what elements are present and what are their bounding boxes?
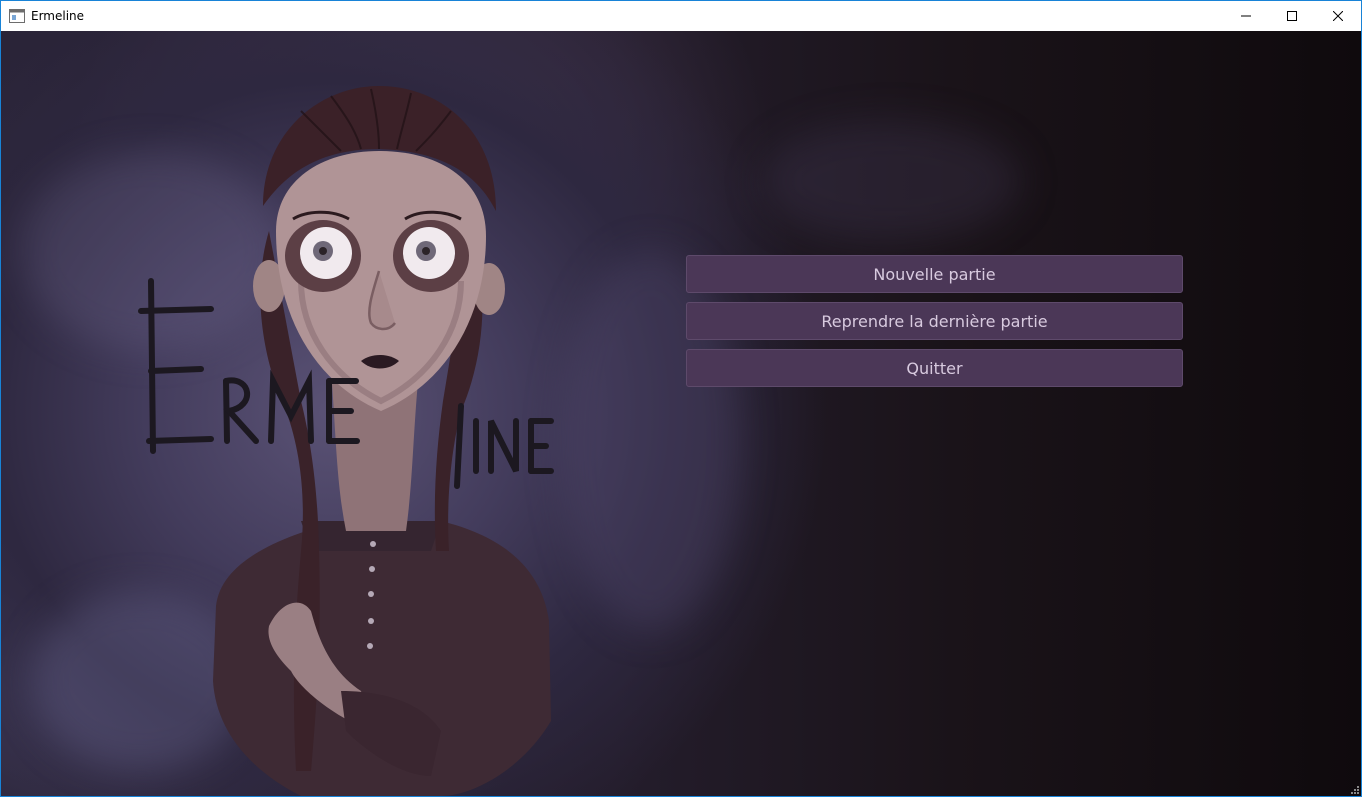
quit-button[interactable]: Quitter (686, 349, 1183, 387)
main-menu: Nouvelle partie Reprendre la dernière pa… (686, 255, 1186, 396)
maximize-button[interactable] (1269, 1, 1315, 31)
title-bar[interactable]: Ermeline (1, 1, 1361, 31)
resize-grip-icon[interactable] (1349, 784, 1359, 794)
close-button[interactable] (1315, 1, 1361, 31)
game-window: Ermeline Nouvelle partie Reprendre la de… (0, 0, 1362, 797)
maximize-icon (1287, 11, 1297, 21)
resume-game-button[interactable]: Reprendre la dernière partie (686, 302, 1183, 340)
window-controls (1223, 1, 1361, 31)
minimize-icon (1241, 15, 1251, 17)
close-icon (1333, 11, 1343, 21)
title-screen: Nouvelle partie Reprendre la dernière pa… (1, 31, 1361, 796)
minimize-button[interactable] (1223, 1, 1269, 31)
ermeline-logo (138, 278, 554, 489)
window-title: Ermeline (31, 9, 85, 23)
new-game-button[interactable]: Nouvelle partie (686, 255, 1183, 293)
app-icon (9, 9, 25, 23)
